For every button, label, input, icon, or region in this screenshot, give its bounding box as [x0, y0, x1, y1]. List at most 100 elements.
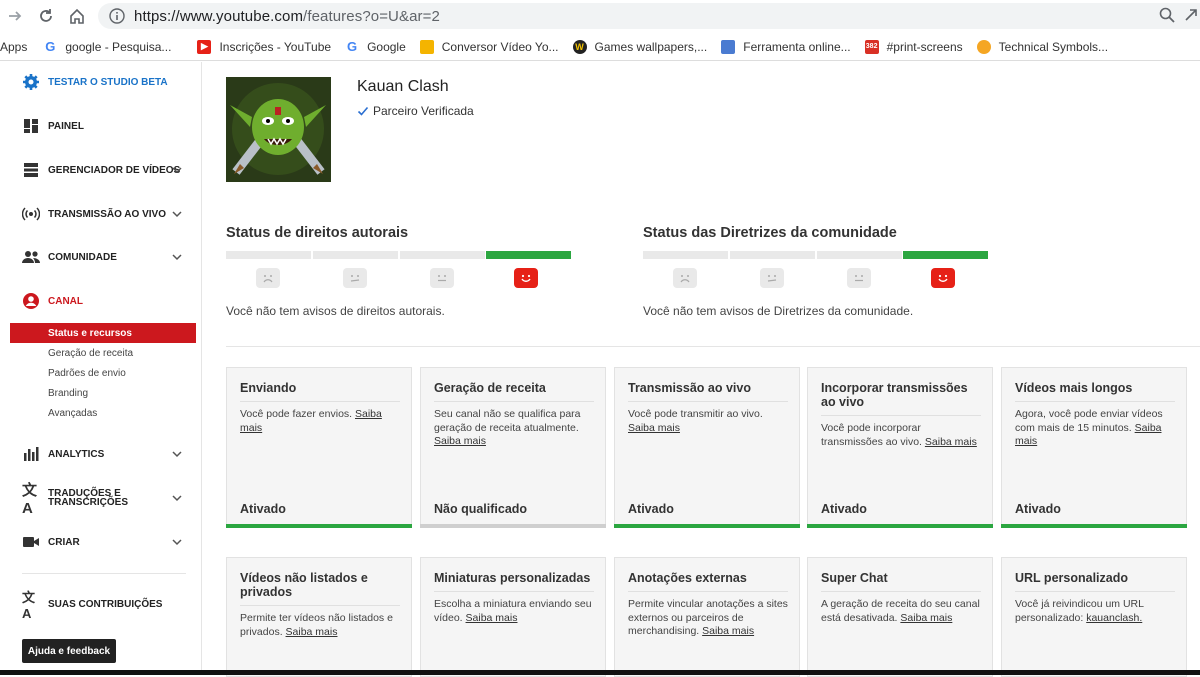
learn-more-link[interactable]: Saiba mais	[434, 435, 486, 447]
sidebar-item-contributions[interactable]: 文A SUAS CONTRIBUIÇÕES	[0, 590, 196, 621]
bookmark-converter[interactable]: Conversor Vídeo Yo...	[419, 39, 559, 54]
sidebar-subitem-status[interactable]: Status e recursos	[10, 323, 196, 343]
translate-icon: 文A	[22, 590, 36, 621]
sidebar-item-create[interactable]: CRIAR	[0, 528, 196, 556]
feature-card-embed-live: Incorporar transmissões ao vivo Você pod…	[807, 367, 993, 528]
reload-button[interactable]	[31, 1, 61, 31]
create-video-icon	[22, 533, 40, 551]
calendar-icon: 382	[864, 39, 879, 54]
google-icon: G	[347, 39, 358, 54]
address-bar[interactable]: https://www.youtube.com/features?o=U&ar=…	[98, 3, 1200, 29]
share-icon[interactable]	[1182, 6, 1200, 24]
card-status: Ativado	[240, 502, 286, 516]
learn-more-link[interactable]: Saiba mais	[702, 625, 754, 637]
chevron-down-icon[interactable]	[172, 493, 182, 503]
card-description: Você pode transmitir ao vivo. Saiba mais	[628, 408, 790, 435]
custom-url-link[interactable]: kauanclash.	[1086, 612, 1142, 624]
goblin-avatar-image	[226, 77, 331, 182]
feature-card-uploading: Enviando Você pode fazer envios. Saiba m…	[226, 367, 412, 528]
bookmark-wallpapers[interactable]: W Games wallpapers,...	[572, 39, 707, 54]
learn-more-link[interactable]: Saiba mais	[900, 612, 952, 624]
section-divider	[226, 346, 1200, 347]
sidebar-item-analytics[interactable]: ANALYTICS	[0, 440, 196, 468]
card-divider	[434, 591, 594, 592]
bookmark-google[interactable]: G Google	[345, 39, 406, 54]
card-title: Incorporar transmissões ao vivo	[821, 381, 968, 409]
arrow-right-icon	[9, 11, 22, 21]
card-description: A geração de receita do seu canal está d…	[821, 598, 983, 625]
status-bar-enabled	[1001, 524, 1187, 528]
sidebar-subitem-monetization[interactable]: Geração de receita	[48, 348, 133, 359]
help-feedback-button[interactable]: Ajuda e feedback	[22, 639, 116, 663]
card-description: Você já reivindicou um URL personalizado…	[1015, 598, 1177, 625]
bookmark-apps[interactable]: Apps	[0, 40, 27, 54]
chevron-down-icon[interactable]	[172, 252, 182, 262]
bookmark-label: Apps	[0, 39, 28, 54]
strike-segment-active	[486, 251, 571, 259]
emoji-icon	[976, 39, 991, 54]
learn-more-link[interactable]: Saiba mais	[628, 422, 680, 434]
card-title: Vídeos não listados e privados	[240, 571, 368, 599]
neutral-face-icon	[847, 268, 871, 288]
home-icon	[70, 8, 84, 24]
sidebar-item-community[interactable]: COMUNIDADE	[0, 243, 196, 271]
chevron-down-icon[interactable]	[172, 537, 182, 547]
card-title: URL personalizado	[1015, 571, 1128, 585]
analytics-icon	[22, 445, 40, 463]
card-description: Você pode fazer envios. Saiba mais	[240, 408, 402, 435]
chevron-down-icon[interactable]	[172, 165, 182, 175]
community-strike-meter	[643, 251, 989, 291]
bookmark-technical-symbols[interactable]: Technical Symbols...	[976, 39, 1108, 54]
forward-button[interactable]	[0, 1, 30, 31]
sidebar-item-dashboard[interactable]: PAINEL	[0, 112, 196, 140]
url-path: /features?o=U&ar=2	[303, 7, 440, 25]
sidebar-subitem-branding[interactable]: Branding	[48, 388, 88, 399]
home-button[interactable]	[62, 1, 92, 31]
sidebar-item-channel[interactable]: CANAL	[0, 287, 196, 315]
chevron-down-icon[interactable]	[172, 449, 182, 459]
sidebar-item-translations[interactable]: 文A TRADUÇÕES E TRANSCRIÇÕES	[0, 482, 196, 517]
bookmark-label: Ferramenta online...	[743, 39, 851, 54]
card-description: Escolha a miniatura enviando seu vídeo. …	[434, 598, 596, 625]
card-description-text: Você pode fazer envios.	[240, 408, 353, 420]
sidebar-item-label: SUAS CONTRIBUIÇÕES	[48, 598, 163, 610]
chevron-down-icon[interactable]	[172, 209, 182, 219]
bookmark-google-search[interactable]: Ggoogle - Pesquisa...	[43, 39, 172, 54]
sidebar-item-live[interactable]: TRANSMISSÃO AO VIVO	[0, 200, 196, 228]
bookmark-label: google - Pesquisa...	[65, 39, 172, 54]
sidebar-subitem-advanced[interactable]: Avançadas	[48, 408, 97, 419]
strike-segment	[817, 251, 902, 259]
sidebar-item-studio-beta[interactable]: TESTAR O STUDIO BETA	[0, 68, 196, 96]
info-icon[interactable]	[108, 7, 126, 25]
sidebar-item-label: GERENCIADOR DE VÍDEOS	[48, 164, 181, 176]
learn-more-link[interactable]: Saiba mais	[466, 612, 518, 624]
browser-toolbar: https://www.youtube.com/features?o=U&ar=…	[0, 0, 1200, 32]
card-divider	[240, 605, 400, 606]
learn-more-link[interactable]: Saiba mais	[286, 626, 338, 638]
channel-avatar[interactable]	[226, 77, 331, 182]
verified-badge: Parceiro Verificada	[357, 104, 474, 118]
bookmark-tool[interactable]: Ferramenta online...	[721, 39, 851, 54]
bookmark-label: #print-screens	[886, 39, 963, 54]
channel-name: Kauan Clash	[357, 78, 449, 95]
card-divider	[628, 401, 788, 402]
sidebar-item-label: COMUNIDADE	[48, 251, 117, 263]
sidebar-item-video-manager[interactable]: GERENCIADOR DE VÍDEOS	[0, 156, 196, 184]
feature-card-longer-videos: Vídeos mais longos Agora, você pode envi…	[1001, 367, 1187, 528]
sidebar-subitem-upload-defaults[interactable]: Padrões de envio	[48, 368, 126, 379]
card-title: Enviando	[240, 381, 297, 395]
learn-more-link[interactable]: Saiba mais	[925, 436, 977, 448]
sad-face-icon	[256, 268, 280, 288]
url-text: https://www.youtube.com/features?o=U&ar=…	[134, 8, 440, 25]
sidebar-item-label: TRADUÇÕES E TRANSCRIÇÕES	[48, 488, 129, 508]
card-description-text: Você pode incorporar transmissões ao viv…	[821, 422, 922, 448]
video-manager-icon	[22, 161, 40, 179]
feature-card-super-chat: Super Chat A geração de receita do seu c…	[807, 557, 993, 677]
zoom-icon[interactable]	[1158, 6, 1176, 24]
sidebar-item-label: PAINEL	[48, 120, 84, 132]
bookmark-youtube[interactable]: ▶ Inscrições - YouTube	[197, 39, 331, 54]
bookmark-print-screens[interactable]: 382 #print-screens	[864, 39, 963, 54]
card-description: Agora, você pode enviar vídeos com mais …	[1015, 408, 1177, 449]
sidebar: TESTAR O STUDIO BETA PAINEL GERENCIADOR …	[0, 62, 202, 675]
sidebar-item-label: CANAL	[48, 295, 83, 307]
